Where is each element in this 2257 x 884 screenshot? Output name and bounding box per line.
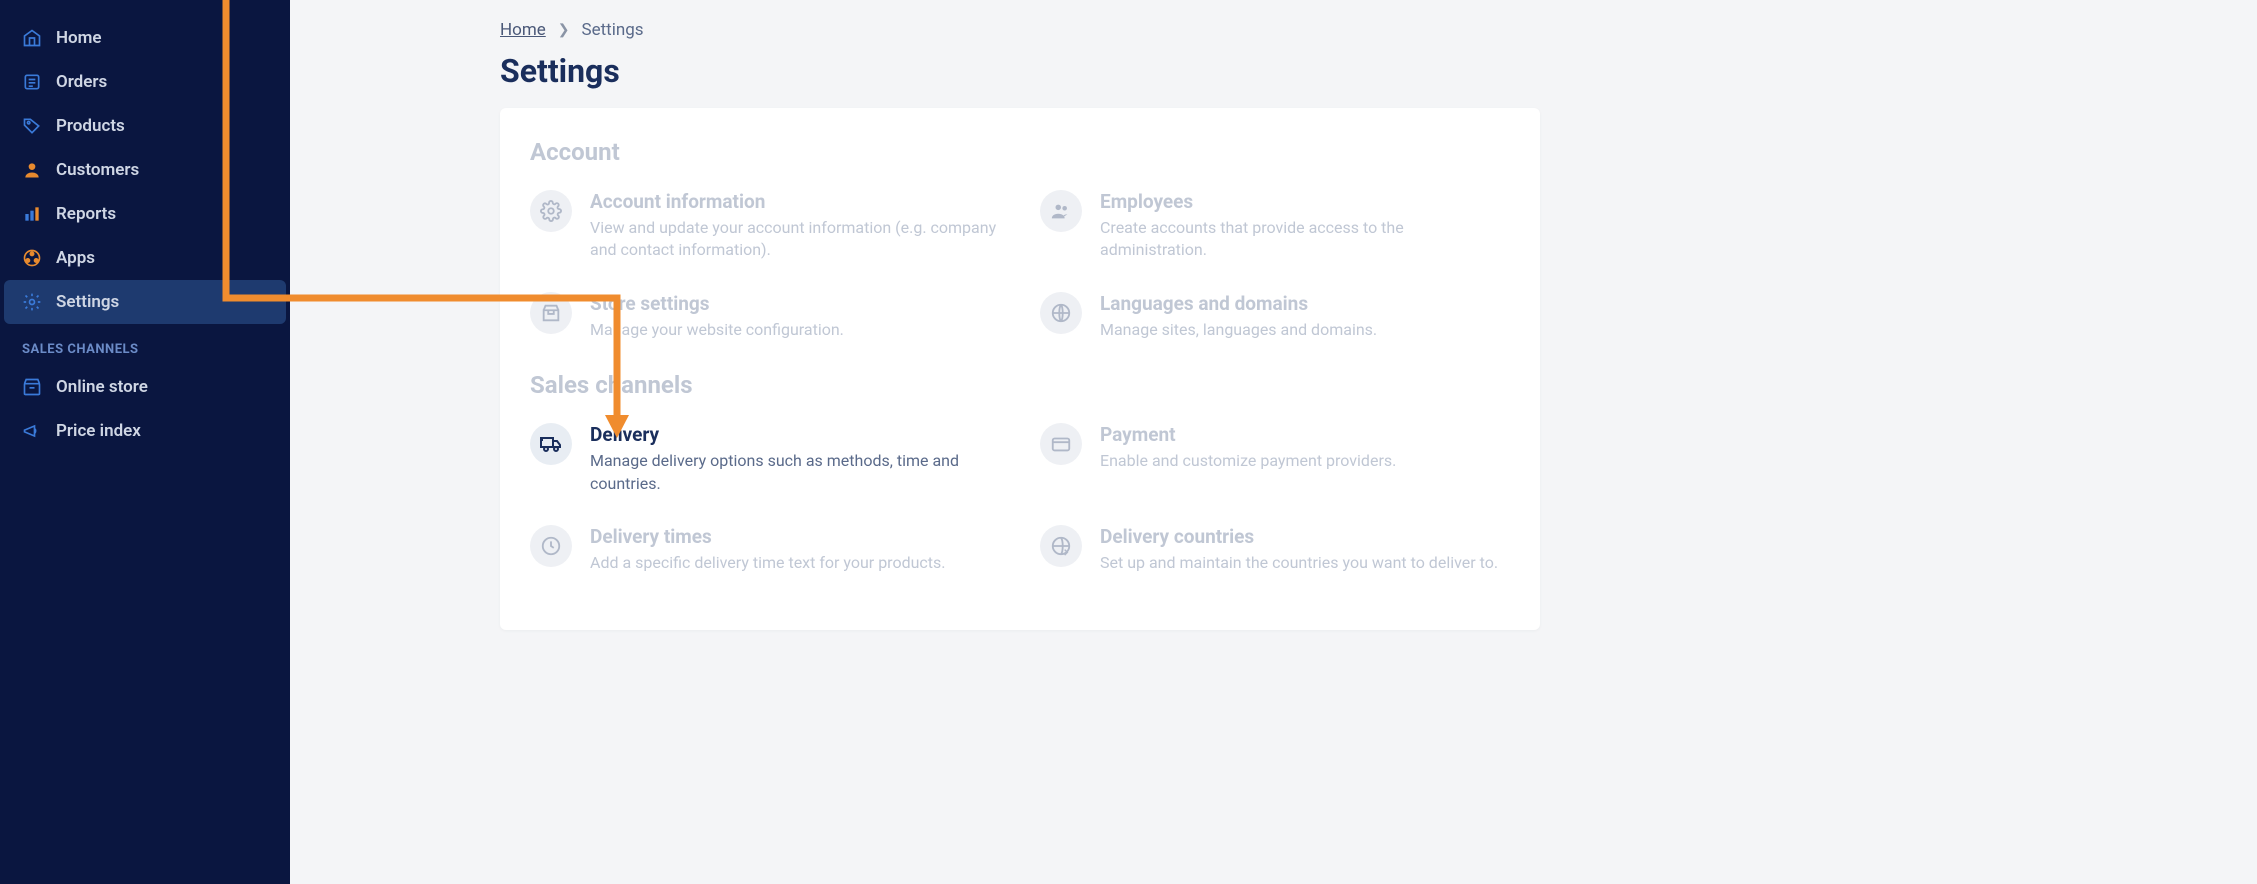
tile-desc: View and update your account information… — [590, 217, 1000, 262]
sidebar-item-label: Customers — [56, 160, 139, 180]
tile-employees[interactable]: Employees Create accounts that provide a… — [1040, 190, 1510, 262]
tile-desc: Set up and maintain the countries you wa… — [1100, 552, 1498, 574]
clock-icon — [530, 525, 572, 567]
tile-title: Delivery times — [590, 525, 946, 548]
tile-desc: Manage delivery options such as methods,… — [590, 450, 1000, 495]
globe-arrow-icon — [1040, 525, 1082, 567]
truck-icon — [530, 423, 572, 465]
storefront-icon — [530, 292, 572, 334]
customers-icon — [22, 160, 42, 180]
breadcrumb-current: Settings — [581, 20, 643, 40]
gear-icon — [530, 190, 572, 232]
sidebar-item-reports[interactable]: Reports — [0, 192, 290, 236]
home-icon — [22, 28, 42, 48]
main-content: Home ❯ Settings Settings Account Account… — [290, 0, 2257, 884]
tile-delivery-countries[interactable]: Delivery countries Set up and maintain t… — [1040, 525, 1510, 574]
sidebar-item-label: Price index — [56, 421, 141, 441]
breadcrumb-home-link[interactable]: Home — [500, 20, 546, 40]
page-title: Settings — [500, 52, 620, 90]
sidebar-item-orders[interactable]: Orders — [0, 60, 290, 104]
sidebar-item-label: Orders — [56, 72, 107, 92]
sidebar-item-label: Settings — [56, 292, 119, 312]
sidebar-item-label: Reports — [56, 204, 116, 224]
orders-icon — [22, 72, 42, 92]
chevron-right-icon: ❯ — [558, 22, 570, 38]
tile-title: Delivery — [590, 423, 1000, 446]
sidebar-item-online-store[interactable]: Online store — [0, 365, 290, 409]
tile-account-information[interactable]: Account information View and update your… — [530, 190, 1000, 262]
group-title-account: Account — [530, 138, 1510, 166]
tile-payment[interactable]: Payment Enable and customize payment pro… — [1040, 423, 1510, 495]
store-icon — [22, 377, 42, 397]
sidebar: Home Orders Products Customers Reports A… — [0, 0, 290, 884]
sidebar-item-settings[interactable]: Settings — [4, 280, 286, 324]
megaphone-icon — [22, 421, 42, 441]
tile-desc: Manage your website configuration. — [590, 319, 844, 341]
sidebar-section-title: SALES CHANNELS — [0, 324, 290, 365]
tile-title: Store settings — [590, 292, 844, 315]
products-icon — [22, 116, 42, 136]
apps-icon — [22, 248, 42, 268]
breadcrumb: Home ❯ Settings — [500, 20, 644, 40]
sidebar-item-apps[interactable]: Apps — [0, 236, 290, 280]
globe-icon — [1040, 292, 1082, 334]
tile-delivery-times[interactable]: Delivery times Add a specific delivery t… — [530, 525, 1000, 574]
settings-icon — [22, 292, 42, 312]
sidebar-item-label: Online store — [56, 377, 148, 397]
sidebar-item-customers[interactable]: Customers — [0, 148, 290, 192]
sidebar-item-price-index[interactable]: Price index — [0, 409, 290, 453]
sidebar-item-products[interactable]: Products — [0, 104, 290, 148]
tile-desc: Enable and customize payment providers. — [1100, 450, 1396, 472]
tile-desc: Add a specific delivery time text for yo… — [590, 552, 946, 574]
sidebar-item-label: Home — [56, 28, 102, 48]
tile-title: Payment — [1100, 423, 1396, 446]
tile-desc: Create accounts that provide access to t… — [1100, 217, 1510, 262]
tile-delivery[interactable]: Delivery Manage delivery options such as… — [530, 423, 1000, 495]
card-icon — [1040, 423, 1082, 465]
tile-title: Account information — [590, 190, 1000, 213]
people-icon — [1040, 190, 1082, 232]
tile-store-settings[interactable]: Store settings Manage your website confi… — [530, 292, 1000, 341]
sidebar-item-label: Apps — [56, 248, 95, 268]
settings-card: Account Account information View and upd… — [500, 108, 1540, 630]
tile-title: Employees — [1100, 190, 1510, 213]
tile-desc: Manage sites, languages and domains. — [1100, 319, 1377, 341]
tile-title: Delivery countries — [1100, 525, 1498, 548]
sidebar-item-home[interactable]: Home — [0, 16, 290, 60]
sidebar-item-label: Products — [56, 116, 125, 136]
tile-languages-domains[interactable]: Languages and domains Manage sites, lang… — [1040, 292, 1510, 341]
tile-title: Languages and domains — [1100, 292, 1377, 315]
reports-icon — [22, 204, 42, 224]
group-title-sales-channels: Sales channels — [530, 371, 1510, 399]
